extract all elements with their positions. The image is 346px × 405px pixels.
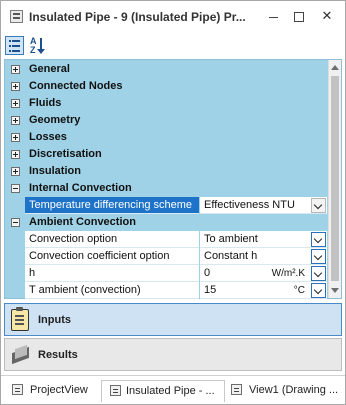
property-value[interactable]: 15 °C [200,282,327,299]
category-connected-nodes[interactable]: Connected Nodes [5,78,328,95]
app-icon [10,10,23,23]
title-bar: Insulated Pipe - 9 (Insulated Pipe) Pr..… [1,1,345,31]
property-row-temperature-differencing-scheme[interactable]: Temperature differencing scheme Effectiv… [5,197,328,214]
maximize-button[interactable] [288,7,310,25]
property-value-text: 0 [204,267,211,279]
expand-plus-icon[interactable] [11,116,20,125]
property-value[interactable]: To ambient [200,231,327,248]
collapse-minus-icon[interactable] [11,218,20,227]
results-book-icon [12,344,30,365]
property-row-convection-coefficient-option[interactable]: Convection coefficient option Constant h [5,248,328,265]
property-name[interactable]: Convection option [25,231,199,248]
scroll-down-icon[interactable] [331,288,339,293]
document-tabs: ProjectView Insulated Pipe - ... View1 (… [1,375,345,403]
property-rows: General Connected Nodes Fluids Geometry … [5,60,328,299]
category-internal-convection[interactable]: Internal Convection [5,180,328,197]
clipboard-icon [11,307,29,331]
chevron-down-icon[interactable] [311,249,326,264]
category-fluids[interactable]: Fluids [5,95,328,112]
expand-plus-icon[interactable] [11,99,20,108]
property-value[interactable]: Constant h [200,248,327,265]
category-losses[interactable]: Losses [5,129,328,146]
category-label: Internal Convection [29,182,132,194]
drawing-view-icon [231,384,242,395]
category-label: Losses [29,131,67,143]
categorized-view-button[interactable] [5,36,24,55]
unit-label: °C [293,285,305,296]
tab-project-view[interactable]: ProjectView [5,380,99,402]
chevron-down-icon[interactable] [311,232,326,247]
property-value-text: To ambient [204,233,258,245]
chevron-down-icon[interactable] [311,283,326,298]
scrollbar-thumb[interactable] [331,76,339,281]
results-panel-button[interactable]: Results [4,338,342,371]
properties-icon [110,385,121,396]
category-label: Geometry [29,114,81,126]
property-name[interactable]: Temperature differencing scheme [25,197,199,214]
property-row-convection-option[interactable]: Convection option To ambient [5,231,328,248]
property-value-text: Effectiveness NTU [204,199,295,211]
property-row-t-ambient[interactable]: T ambient (convection) 15 °C [5,282,328,299]
property-value[interactable]: 0 W/m².K [200,265,327,282]
chevron-down-icon[interactable] [311,266,326,281]
property-grid: General Connected Nodes Fluids Geometry … [4,59,342,299]
category-label: General [29,63,70,75]
inputs-panel-button[interactable]: Inputs [4,303,342,336]
category-insulation[interactable]: Insulation [5,163,328,180]
property-name[interactable]: T ambient (convection) [25,282,199,299]
property-row-h[interactable]: h 0 W/m².K [5,265,328,282]
expand-plus-icon[interactable] [11,82,20,91]
inputs-label: Inputs [38,314,71,326]
expand-plus-icon[interactable] [11,133,20,142]
tab-label: View1 (Drawing ... [249,384,339,396]
property-value-text: Constant h [204,250,258,262]
tab-label: ProjectView [30,384,88,396]
property-name[interactable]: h [25,265,199,282]
category-label: Discretisation [29,148,102,160]
expand-plus-icon[interactable] [11,167,20,176]
scroll-up-icon[interactable] [331,65,339,70]
close-button[interactable]: ✕ [316,7,338,25]
category-ambient-convection[interactable]: Ambient Convection [5,214,328,231]
chevron-down-icon[interactable] [311,198,326,213]
category-label: Fluids [29,97,62,109]
category-label: Connected Nodes [29,80,123,92]
property-value[interactable]: Effectiveness NTU [200,197,327,214]
minimize-button[interactable] [263,7,285,25]
window-title: Insulated Pipe - 9 (Insulated Pipe) Pr..… [29,10,246,24]
results-label: Results [38,349,78,361]
property-value-text: 15 [204,284,217,296]
property-name[interactable]: Convection coefficient option [25,248,199,265]
category-label: Insulation [29,165,81,177]
sort-z-letter: Z [30,45,36,55]
tab-view1[interactable]: View1 (Drawing ... [227,380,345,402]
tab-insulated-pipe[interactable]: Insulated Pipe - ... [101,380,225,402]
expand-plus-icon[interactable] [11,150,20,159]
category-geometry[interactable]: Geometry [5,112,328,129]
sort-a-letter: A [30,36,37,46]
grid-toolbar: A Z [1,33,345,58]
category-label: Ambient Convection [29,216,136,228]
collapse-minus-icon[interactable] [11,184,20,193]
alphabetical-view-button[interactable]: A Z [29,36,48,55]
tab-label: Insulated Pipe - ... [126,385,215,397]
expand-plus-icon[interactable] [11,65,20,74]
project-view-icon [12,384,23,395]
properties-window: Insulated Pipe - 9 (Insulated Pipe) Pr..… [0,0,346,405]
category-discretisation[interactable]: Discretisation [5,146,328,163]
vertical-scrollbar[interactable] [328,60,341,298]
category-general[interactable]: General [5,61,328,78]
unit-label: W/m².K [271,268,305,279]
